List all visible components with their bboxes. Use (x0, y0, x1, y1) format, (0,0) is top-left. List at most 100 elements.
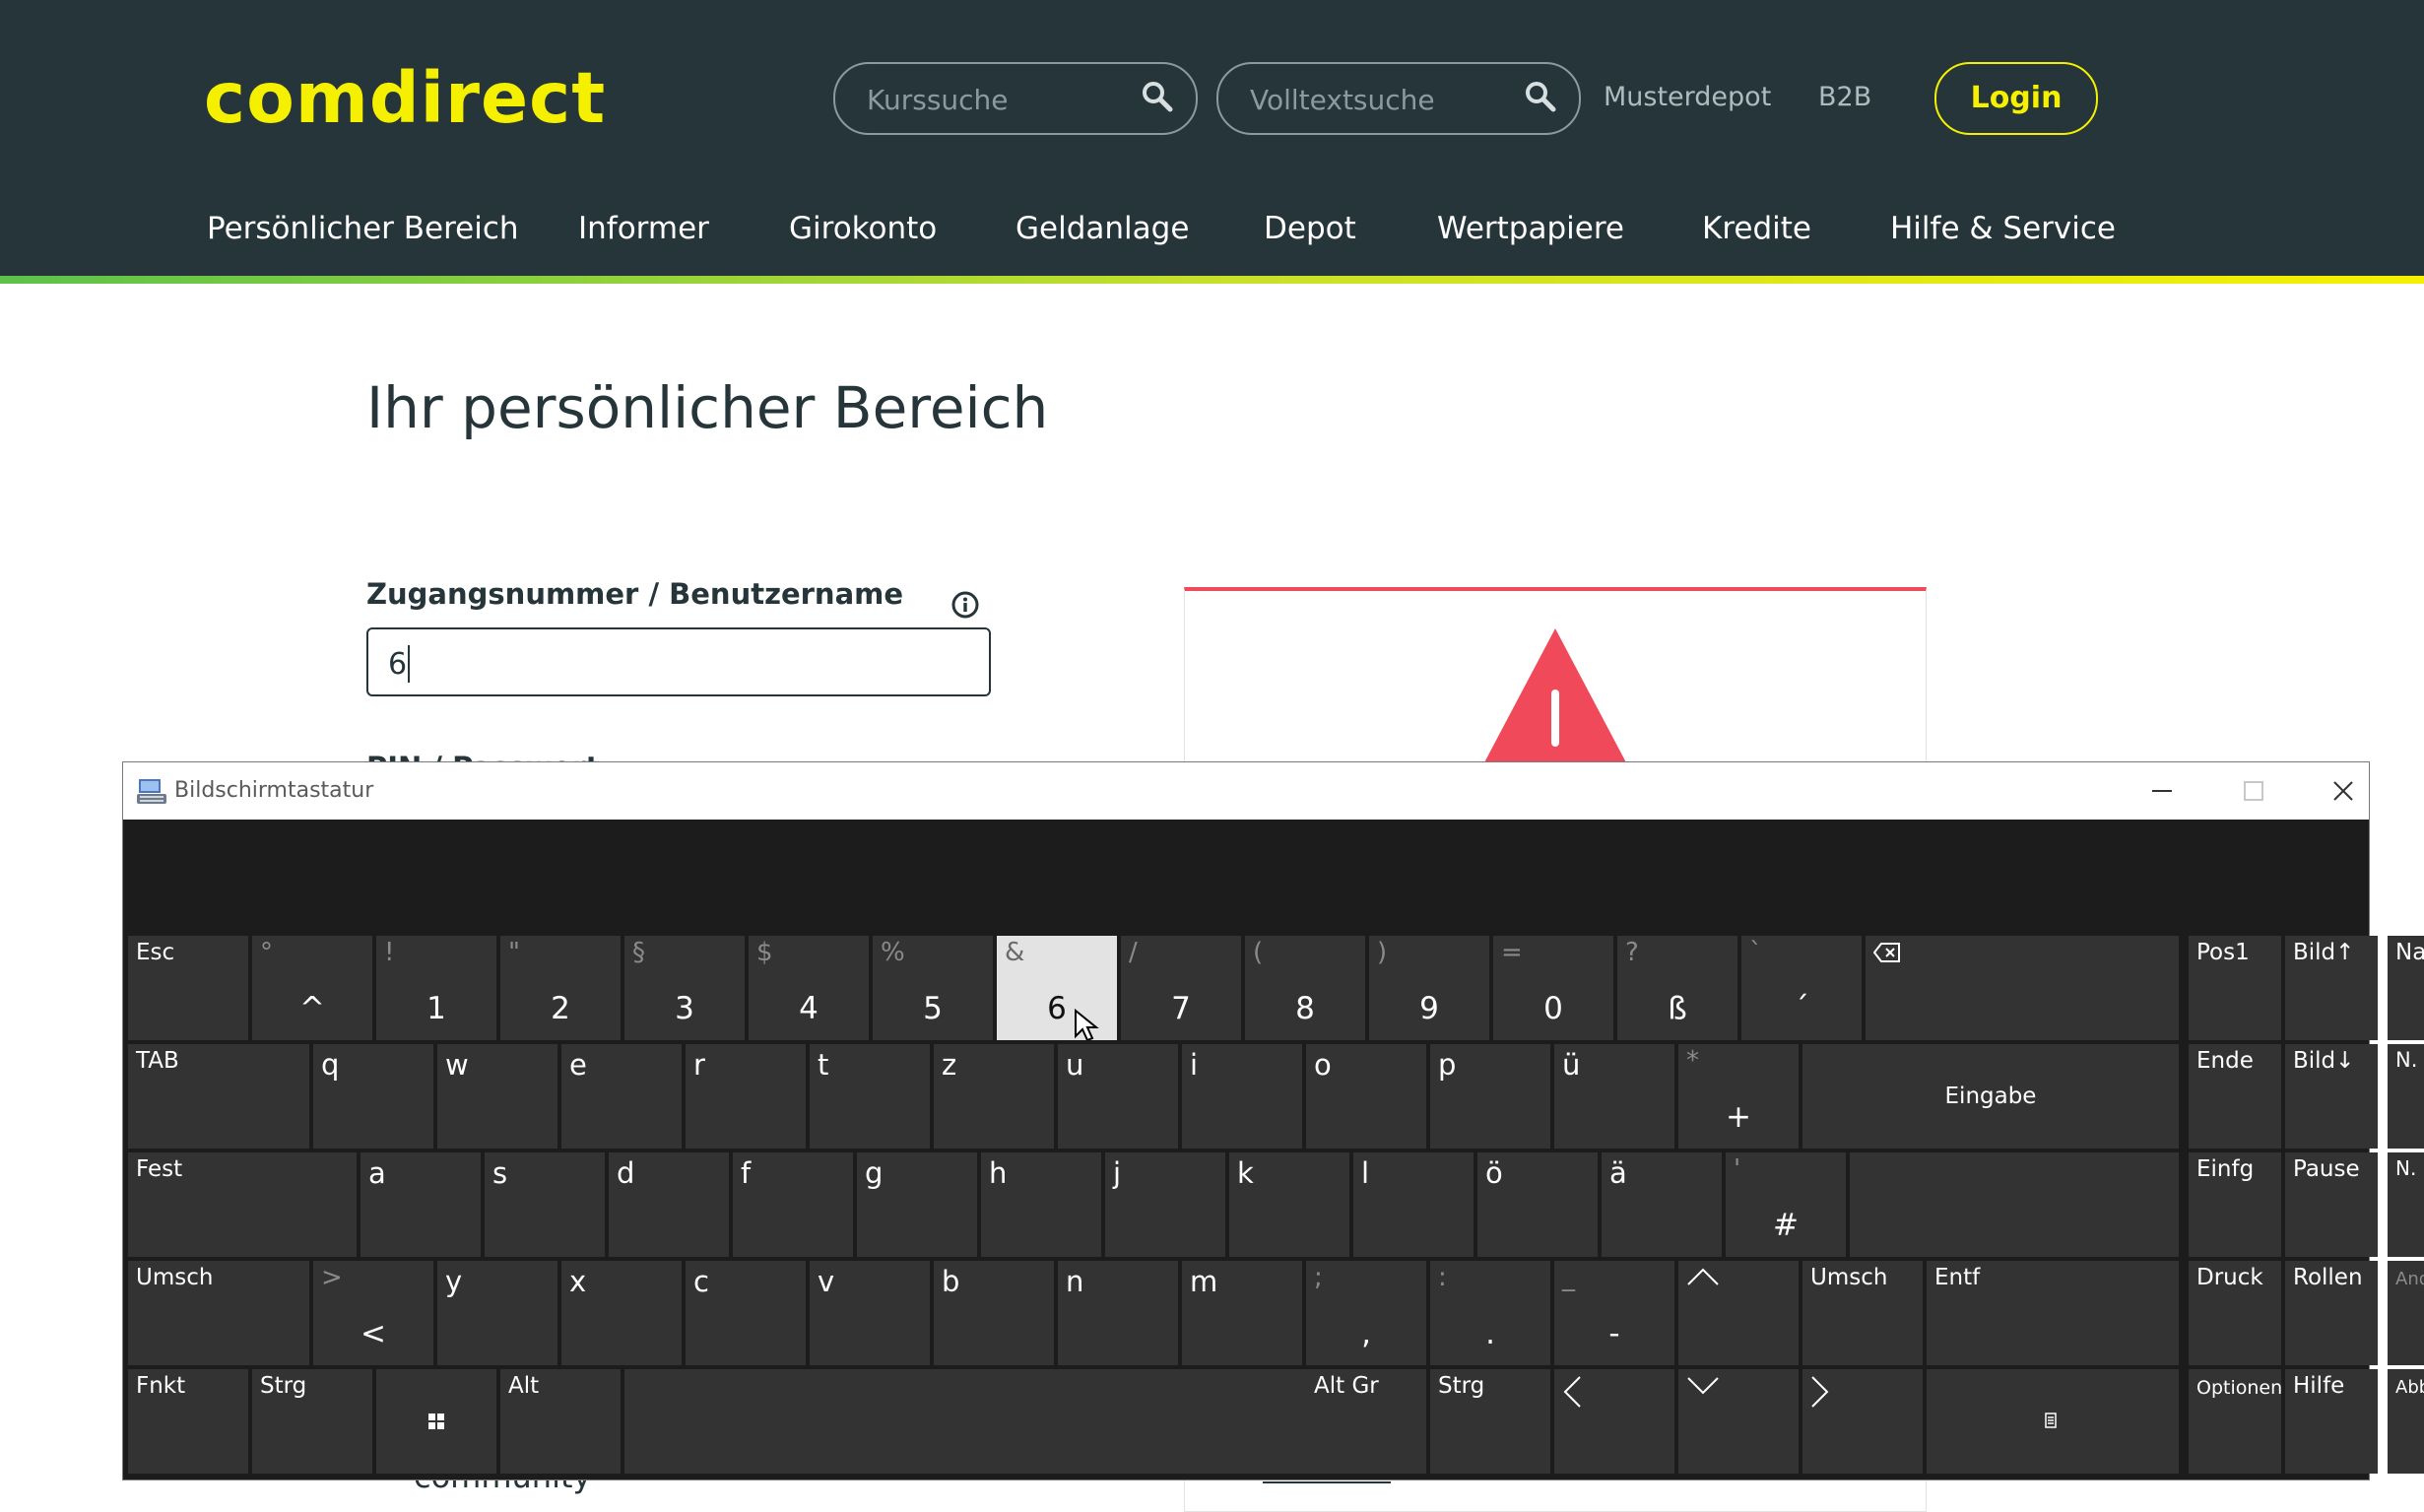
key-print-screen[interactable]: Druck (2189, 1261, 2281, 1365)
nav-informer[interactable]: Informer (578, 211, 709, 246)
osk-titlebar[interactable]: Bildschirmtastatur (123, 762, 2369, 820)
fulltext-search-input[interactable]: Volltextsuche (1216, 62, 1581, 135)
musterdepot-link[interactable]: Musterdepot (1604, 82, 1771, 112)
key-q[interactable]: q (313, 1044, 433, 1149)
key-a[interactable]: a (360, 1152, 481, 1257)
key-dock[interactable]: Andocken (2388, 1261, 2424, 1365)
nav-hilfe-service[interactable]: Hilfe & Service (1890, 211, 2116, 246)
key-j[interactable]: j (1105, 1152, 1225, 1257)
key-minus[interactable]: _ - (1554, 1261, 1674, 1365)
key-tab[interactable]: TAB (128, 1044, 309, 1149)
key-delete[interactable]: Entf (1927, 1261, 2179, 1365)
key-shift-left[interactable]: Umsch (128, 1261, 309, 1365)
key-move-up[interactable]: N. oben (2388, 1044, 2424, 1149)
comdirect-logo[interactable]: comdirect (204, 57, 606, 139)
close-icon[interactable] (2323, 770, 2364, 812)
key-ctrl-left[interactable]: Strg (252, 1369, 372, 1474)
nav-kredite[interactable]: Kredite (1702, 211, 1811, 246)
key-r[interactable]: r (686, 1044, 806, 1149)
login-button[interactable]: Login (1934, 62, 2098, 135)
key-fade[interactable]: Abblenden (2388, 1369, 2424, 1474)
key-3[interactable]: § 3 (624, 936, 745, 1040)
key-move-down[interactable]: N. unten (2388, 1152, 2424, 1257)
key-2[interactable]: " 2 (500, 936, 621, 1040)
key-6[interactable]: & 6 (997, 936, 1117, 1040)
search-icon[interactable] (1524, 80, 1557, 113)
key-0[interactable]: = 0 (1493, 936, 1613, 1040)
key-5[interactable]: % 5 (873, 936, 993, 1040)
nav-girokonto[interactable]: Girokonto (789, 211, 937, 246)
key-t[interactable]: t (810, 1044, 930, 1149)
key-s[interactable]: s (485, 1152, 605, 1257)
nav-geldanlage[interactable]: Geldanlage (1015, 211, 1189, 246)
maximize-icon[interactable] (2233, 770, 2274, 812)
key-options[interactable]: Optionen (2189, 1369, 2281, 1474)
key-u[interactable]: u (1058, 1044, 1178, 1149)
key-arrow-up[interactable] (1678, 1261, 1799, 1365)
key-plus[interactable]: * + (1678, 1044, 1799, 1149)
key-caret[interactable]: ° ^ (252, 936, 372, 1040)
key-7[interactable]: /7 (1121, 936, 1241, 1040)
key-windows[interactable] (376, 1369, 496, 1474)
key-v[interactable]: v (810, 1261, 930, 1365)
key-alt[interactable]: Alt (500, 1369, 621, 1474)
key-w[interactable]: w (437, 1044, 557, 1149)
key-o[interactable]: o (1306, 1044, 1426, 1149)
key-nav[interactable]: Nav (2388, 936, 2424, 1040)
key-ue[interactable]: ü (1554, 1044, 1674, 1149)
key-c[interactable]: c (686, 1261, 806, 1365)
key-pause[interactable]: Pause (2285, 1152, 2378, 1257)
key-ctrl-right[interactable]: Strg (1430, 1369, 1550, 1474)
key-ae[interactable]: ä (1602, 1152, 1722, 1257)
key-altgr[interactable]: Alt Gr (1306, 1369, 1426, 1474)
key-f[interactable]: f (733, 1152, 853, 1257)
key-page-down[interactable]: Bild↓ (2285, 1044, 2378, 1149)
key-dot[interactable]: :. (1430, 1261, 1550, 1365)
key-page-up[interactable]: Bild↑ (2285, 936, 2378, 1040)
nav-persoenlicher-bereich[interactable]: Persönlicher Bereich (207, 211, 519, 246)
key-less-than[interactable]: > < (313, 1261, 433, 1365)
info-icon[interactable] (951, 591, 979, 619)
key-insert[interactable]: Einfg (2189, 1152, 2281, 1257)
key-i[interactable]: i (1182, 1044, 1302, 1149)
key-home[interactable]: Pos1 (2189, 936, 2281, 1040)
username-input[interactable]: 6 (366, 627, 991, 696)
key-capslock[interactable]: Fest (128, 1152, 357, 1257)
key-p[interactable]: p (1430, 1044, 1550, 1149)
key-oe[interactable]: ö (1477, 1152, 1598, 1257)
key-8[interactable]: (8 (1245, 936, 1365, 1040)
key-l[interactable]: l (1353, 1152, 1474, 1257)
key-enter[interactable]: Eingabe (1802, 1044, 2179, 1149)
key-4[interactable]: $4 (749, 936, 869, 1040)
key-help[interactable]: Hilfe (2285, 1369, 2378, 1474)
key-arrow-down[interactable] (1678, 1369, 1799, 1474)
key-context-menu[interactable] (1927, 1369, 2179, 1474)
key-enter-lower[interactable] (1850, 1152, 2179, 1257)
nav-depot[interactable]: Depot (1264, 211, 1356, 246)
key-x[interactable]: x (561, 1261, 682, 1365)
key-scroll-lock[interactable]: Rollen (2285, 1261, 2378, 1365)
key-shift-right[interactable]: Umsch (1802, 1261, 1923, 1365)
key-1[interactable]: ! 1 (376, 936, 496, 1040)
search-icon[interactable] (1141, 80, 1174, 113)
key-n[interactable]: n (1058, 1261, 1178, 1365)
key-k[interactable]: k (1229, 1152, 1349, 1257)
key-arrow-left[interactable] (1554, 1369, 1674, 1474)
key-esc[interactable]: Esc (128, 936, 248, 1040)
key-fn[interactable]: Fnkt (128, 1369, 248, 1474)
key-m[interactable]: m (1182, 1261, 1302, 1365)
key-backspace[interactable] (1866, 936, 2179, 1040)
key-e[interactable]: e (561, 1044, 682, 1149)
nav-wertpapiere[interactable]: Wertpapiere (1437, 211, 1624, 246)
key-y[interactable]: y (437, 1261, 557, 1365)
course-search-input[interactable]: Kurssuche (833, 62, 1198, 135)
key-g[interactable]: g (857, 1152, 977, 1257)
key-sz[interactable]: ? ß (1617, 936, 1737, 1040)
key-acute[interactable]: ` ´ (1741, 936, 1862, 1040)
minimize-icon[interactable] (2141, 770, 2183, 812)
key-arrow-right[interactable] (1802, 1369, 1923, 1474)
key-comma[interactable]: ;, (1306, 1261, 1426, 1365)
key-end[interactable]: Ende (2189, 1044, 2281, 1149)
key-d[interactable]: d (609, 1152, 729, 1257)
key-h[interactable]: h (981, 1152, 1101, 1257)
